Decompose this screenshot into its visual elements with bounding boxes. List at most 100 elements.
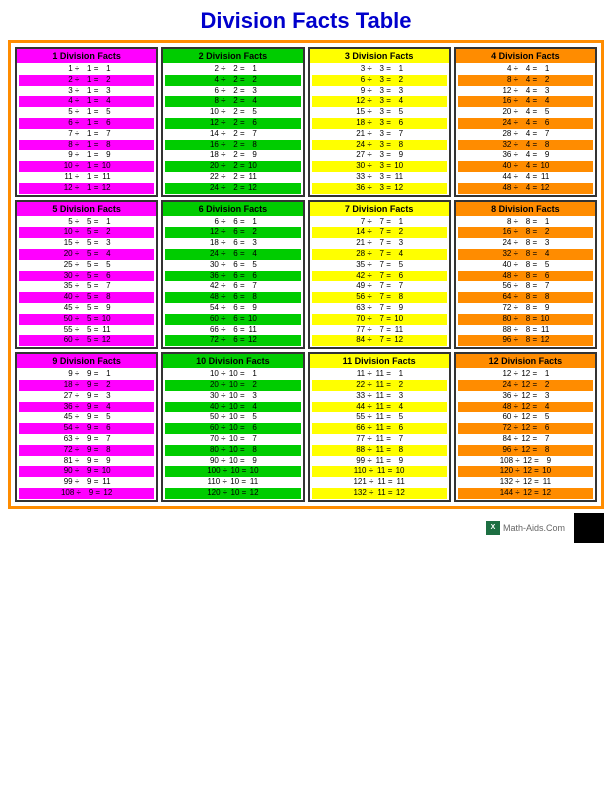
section-header-4: 4 Division Facts [456,49,595,63]
section-body-3: 3 ÷ 3 = 16 ÷ 3 = 29 ÷ 3 = 312 ÷ 3 = 415 … [310,63,449,195]
table-row: 48 ÷ 4 = 12 [458,183,593,194]
section-body-8: 8 ÷ 8 = 116 ÷ 8 = 224 ÷ 8 = 332 ÷ 8 = 44… [456,216,595,348]
table-row: 63 ÷ 7 = 9 [312,303,447,314]
table-row: 72 ÷ 6 = 12 [165,335,300,346]
table-row: 40 ÷ 4 = 10 [458,161,593,172]
table-row: 132 ÷ 11 = 12 [312,488,447,499]
table-row: 21 ÷ 7 = 3 [312,238,447,249]
table-row: 60 ÷ 6 = 10 [165,314,300,325]
table-row: 110 ÷ 10 = 11 [165,477,300,488]
table-row: 55 ÷ 5 = 11 [19,325,154,336]
table-row: 4 ÷ 1 = 4 [19,96,154,107]
table-row: 12 ÷ 3 = 4 [312,96,447,107]
table-row: 99 ÷ 9 = 11 [19,477,154,488]
section-2: 2 Division Facts2 ÷ 2 = 14 ÷ 2 = 26 ÷ 2 … [161,47,304,197]
table-row: 64 ÷ 8 = 8 [458,292,593,303]
table-row: 24 ÷ 6 = 4 [165,249,300,260]
table-row: 12 ÷ 4 = 3 [458,86,593,97]
table-row: 66 ÷ 11 = 6 [312,423,447,434]
table-row: 84 ÷ 12 = 7 [458,434,593,445]
footer-site: Math-Aids.Com [503,523,565,533]
sections-grid: 1 Division Facts1 ÷ 1 = 12 ÷ 1 = 23 ÷ 1 … [15,47,597,502]
table-row: 50 ÷ 5 = 10 [19,314,154,325]
table-row: 42 ÷ 7 = 6 [312,271,447,282]
section-body-7: 7 ÷ 7 = 114 ÷ 7 = 221 ÷ 7 = 328 ÷ 7 = 43… [310,216,449,348]
table-row: 7 ÷ 7 = 1 [312,217,447,228]
table-row: 12 ÷ 2 = 6 [165,118,300,129]
table-row: 3 ÷ 1 = 3 [19,86,154,97]
table-row: 6 ÷ 2 = 3 [165,86,300,97]
table-row: 40 ÷ 10 = 4 [165,402,300,413]
table-row: 30 ÷ 6 = 5 [165,260,300,271]
table-row: 24 ÷ 12 = 2 [458,380,593,391]
section-7: 7 Division Facts7 ÷ 7 = 114 ÷ 7 = 221 ÷ … [308,200,451,350]
table-row: 100 ÷ 10 = 10 [165,466,300,477]
table-row: 18 ÷ 2 = 9 [165,150,300,161]
table-row: 5 ÷ 5 = 1 [19,217,154,228]
table-row: 72 ÷ 9 = 8 [19,445,154,456]
table-row: 99 ÷ 11 = 9 [312,456,447,467]
excel-icon: X [486,521,500,535]
table-row: 10 ÷ 2 = 5 [165,107,300,118]
table-row: 24 ÷ 4 = 6 [458,118,593,129]
table-row: 70 ÷ 10 = 7 [165,434,300,445]
section-header-2: 2 Division Facts [163,49,302,63]
table-row: 9 ÷ 9 = 1 [19,369,154,380]
table-row: 45 ÷ 5 = 9 [19,303,154,314]
table-row: 144 ÷ 12 = 12 [458,488,593,499]
table-row: 90 ÷ 9 = 10 [19,466,154,477]
table-row: 6 ÷ 3 = 2 [312,75,447,86]
table-row: 42 ÷ 6 = 7 [165,281,300,292]
table-row: 77 ÷ 11 = 7 [312,434,447,445]
table-row: 15 ÷ 5 = 3 [19,238,154,249]
table-row: 8 ÷ 2 = 4 [165,96,300,107]
section-11: 11 Division Facts11 ÷ 11 = 122 ÷ 11 = 23… [308,352,451,502]
table-row: 7 ÷ 1 = 7 [19,129,154,140]
table-row: 80 ÷ 8 = 10 [458,314,593,325]
table-row: 90 ÷ 10 = 9 [165,456,300,467]
table-row: 36 ÷ 6 = 6 [165,271,300,282]
table-row: 120 ÷ 10 = 12 [165,488,300,499]
table-row: 14 ÷ 7 = 2 [312,227,447,238]
table-row: 44 ÷ 4 = 11 [458,172,593,183]
section-body-12: 12 ÷ 12 = 124 ÷ 12 = 236 ÷ 12 = 348 ÷ 12… [456,368,595,500]
table-row: 121 ÷ 11 = 11 [312,477,447,488]
table-row: 50 ÷ 10 = 5 [165,412,300,423]
table-row: 96 ÷ 8 = 12 [458,335,593,346]
table-row: 49 ÷ 7 = 7 [312,281,447,292]
table-row: 28 ÷ 7 = 4 [312,249,447,260]
section-6: 6 Division Facts6 ÷ 6 = 112 ÷ 6 = 218 ÷ … [161,200,304,350]
table-row: 72 ÷ 12 = 6 [458,423,593,434]
section-body-9: 9 ÷ 9 = 118 ÷ 9 = 227 ÷ 9 = 336 ÷ 9 = 44… [17,368,156,500]
table-row: 35 ÷ 7 = 5 [312,260,447,271]
table-row: 40 ÷ 5 = 8 [19,292,154,303]
table-row: 20 ÷ 2 = 10 [165,161,300,172]
section-header-12: 12 Division Facts [456,354,595,368]
table-row: 12 ÷ 1 = 12 [19,183,154,194]
table-row: 10 ÷ 5 = 2 [19,227,154,238]
table-row: 16 ÷ 2 = 8 [165,140,300,151]
section-10: 10 Division Facts10 ÷ 10 = 120 ÷ 10 = 23… [161,352,304,502]
table-row: 10 ÷ 1 = 10 [19,161,154,172]
table-row: 14 ÷ 2 = 7 [165,129,300,140]
table-row: 30 ÷ 5 = 6 [19,271,154,282]
section-5: 5 Division Facts5 ÷ 5 = 110 ÷ 5 = 215 ÷ … [15,200,158,350]
page-title: Division Facts Table [8,8,604,34]
table-row: 55 ÷ 11 = 5 [312,412,447,423]
table-row: 16 ÷ 8 = 2 [458,227,593,238]
table-row: 12 ÷ 12 = 1 [458,369,593,380]
table-row: 36 ÷ 4 = 9 [458,150,593,161]
table-row: 3 ÷ 3 = 1 [312,64,447,75]
table-row: 33 ÷ 11 = 3 [312,391,447,402]
table-row: 54 ÷ 6 = 9 [165,303,300,314]
table-row: 66 ÷ 6 = 11 [165,325,300,336]
page: Division Facts Table 1 Division Facts1 ÷… [0,0,612,792]
table-row: 18 ÷ 9 = 2 [19,380,154,391]
qr-code [574,513,604,543]
table-row: 72 ÷ 8 = 9 [458,303,593,314]
table-row: 24 ÷ 2 = 12 [165,183,300,194]
table-row: 10 ÷ 10 = 1 [165,369,300,380]
table-row: 20 ÷ 5 = 4 [19,249,154,260]
table-row: 35 ÷ 5 = 7 [19,281,154,292]
table-row: 44 ÷ 11 = 4 [312,402,447,413]
